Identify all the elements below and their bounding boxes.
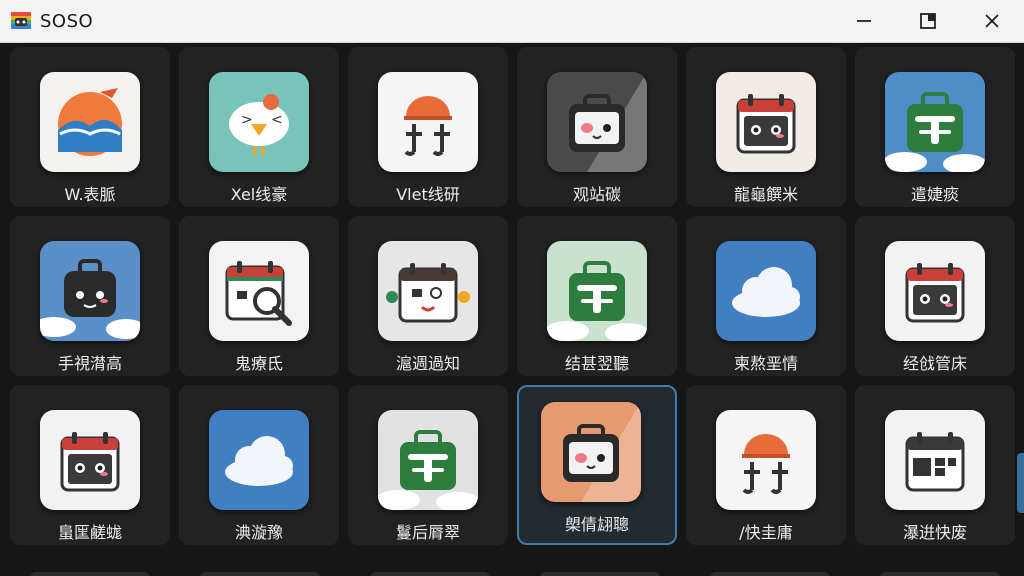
app-tile[interactable]: 㮾倩翃聰	[517, 385, 677, 545]
next-row-peek	[540, 572, 660, 576]
app-tile-label: 鬘后脣翠	[395, 523, 460, 542]
window-title: SOSO	[40, 10, 94, 32]
next-row-peek	[370, 572, 490, 576]
app-grid: W.表脈 > < Xel线豪 Vlet线研 观站碳 龍龜饌米 遣婕痰 手視潸高 …	[10, 47, 1015, 545]
app-tile[interactable]: 结甚翌聽	[517, 216, 677, 376]
app-tile-label: 遣婕痰	[910, 185, 959, 204]
app-tile[interactable]: 遣婕痰	[855, 47, 1015, 207]
app-tile-label: 滬週過知	[395, 354, 460, 373]
app-tile[interactable]: 经戗管床	[855, 216, 1015, 376]
app-tile-label: 柬熬垩情	[733, 354, 798, 373]
bag-face-icon	[541, 402, 641, 502]
minimize-button[interactable]	[832, 0, 896, 42]
app-tile[interactable]: 鬘后脣翠	[348, 385, 508, 545]
app-tile[interactable]: 观站碳	[517, 47, 677, 207]
app-tile[interactable]: 柬熬垩情	[686, 216, 846, 376]
cloud-icon	[209, 410, 309, 510]
robot-sky-icon	[40, 241, 140, 341]
app-tile-label: Vlet线研	[396, 185, 460, 204]
app-tile-label: 观站碳	[572, 185, 621, 204]
calendar-grid-icon	[885, 410, 985, 510]
app-logo-icon	[10, 11, 32, 31]
calendar-search-icon	[209, 241, 309, 341]
app-tile-label: W.表脈	[64, 185, 116, 204]
helmet-face-icon	[378, 72, 478, 172]
maximize-icon	[920, 13, 936, 29]
app-tile-label: Xel线豪	[230, 185, 288, 204]
app-tile-label: 结甚翌聽	[564, 354, 629, 373]
close-icon	[985, 14, 999, 28]
app-tile-label: 㮾倩翃聰	[564, 515, 629, 534]
app-tile-label: 淟漩豫	[234, 523, 283, 542]
app-tile-label: 龍龜饌米	[733, 185, 798, 204]
calendar-face-icon	[885, 241, 985, 341]
svg-text:>: >	[241, 112, 253, 128]
next-row-peek	[710, 572, 830, 576]
minimize-icon	[857, 20, 871, 22]
bag-face-icon	[547, 72, 647, 172]
green-bag-icon	[547, 241, 647, 341]
svg-text:<: <	[271, 112, 283, 128]
app-tile-label: 经戗管床	[902, 354, 967, 373]
app-tile-label: 蛗匩鹺蛖	[57, 523, 122, 542]
sunset-wave-icon	[40, 72, 140, 172]
next-row-peek	[30, 572, 150, 576]
calendar-face-icon	[40, 410, 140, 510]
app-tile[interactable]: 鬼療氐	[179, 216, 339, 376]
helmet-face-icon	[716, 410, 816, 510]
calendar-mascot-icon	[378, 241, 478, 341]
green-bag-icon	[885, 72, 985, 172]
app-tile[interactable]: W.表脈	[10, 47, 170, 207]
app-tile-label: 瀑逬快废	[902, 523, 967, 542]
next-row-peek	[200, 572, 320, 576]
app-tile-label: 手視潸高	[57, 354, 122, 373]
title-bar: SOSO	[0, 0, 1024, 43]
app-tile[interactable]: 蛗匩鹺蛖	[10, 385, 170, 545]
app-tile[interactable]: 滬週過知	[348, 216, 508, 376]
green-bag-icon	[378, 410, 478, 510]
close-button[interactable]	[960, 0, 1024, 42]
app-tile[interactable]: 瀑逬快废	[855, 385, 1015, 545]
calendar-face-icon	[716, 72, 816, 172]
cloud-icon	[716, 241, 816, 341]
app-grid-area[interactable]: W.表脈 > < Xel线豪 Vlet线研 观站碳 龍龜饌米 遣婕痰 手視潸高 …	[0, 43, 1024, 576]
bird-icon: > <	[209, 72, 309, 172]
app-tile[interactable]: > < Xel线豪	[179, 47, 339, 207]
app-tile[interactable]: 淟漩豫	[179, 385, 339, 545]
app-tile[interactable]: /快圭庸	[686, 385, 846, 545]
app-tile[interactable]: Vlet线研	[348, 47, 508, 207]
next-row-peek	[880, 572, 1000, 576]
app-tile[interactable]: 手視潸高	[10, 216, 170, 376]
app-tile-label: 鬼療氐	[234, 354, 283, 373]
app-tile-label: /快圭庸	[739, 523, 793, 542]
app-tile[interactable]: 龍龜饌米	[686, 47, 846, 207]
scroll-indicator[interactable]	[1017, 453, 1024, 513]
window-controls	[832, 0, 1024, 42]
maximize-button[interactable]	[896, 0, 960, 42]
